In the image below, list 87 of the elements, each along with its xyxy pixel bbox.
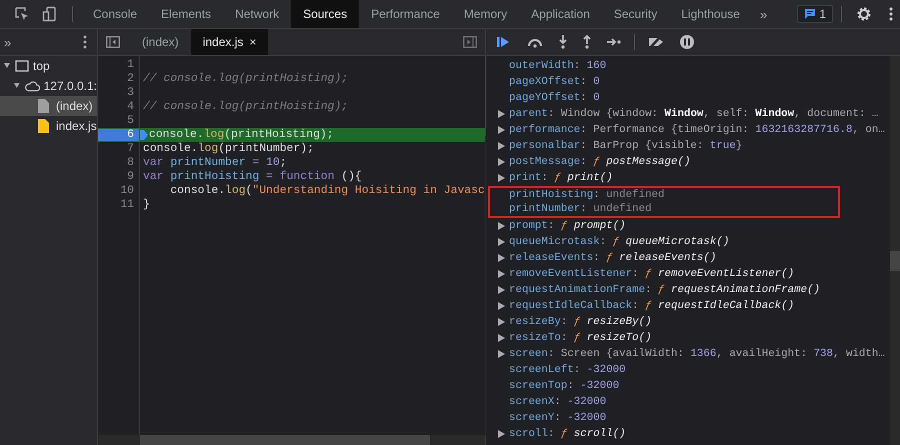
scope-property: prompt: ƒ prompt() [509, 220, 626, 232]
code-line: console.log("Understanding Hoisiting in Javasc [169, 185, 485, 197]
scope-property: removeEventListener: ƒ removeEventListener() [509, 268, 794, 280]
scope-property: screenLeft: -32000 [509, 364, 626, 376]
scope-property: releaseEvents: ƒ releaseEvents() [509, 252, 716, 264]
frame-icon [15, 60, 29, 72]
code-line: var printNumber = 10; [142, 157, 287, 169]
scrollbar-thumb[interactable] [140, 435, 430, 445]
line-number: 9 [126, 171, 135, 183]
line-number: 6 [98, 129, 139, 141]
expand-arrow-icon[interactable] [498, 430, 505, 438]
code-line: } [142, 199, 150, 211]
deactivate-breakpoints-icon[interactable] [647, 35, 665, 49]
scope-property: resizeTo: ƒ resizeTo() [509, 332, 652, 344]
scope-property: personalbar: BarProp {visible: true} [509, 140, 742, 152]
panel-tab[interactable]: Lighthouse [669, 0, 752, 28]
step-out-icon[interactable] [582, 35, 592, 49]
scope-property: scroll: ƒ scroll() [509, 428, 626, 440]
panel-tab[interactable]: Application [519, 0, 602, 28]
tree-item[interactable]: 127.0.0.1: [0, 76, 97, 96]
toggle-navigator-icon[interactable] [106, 36, 120, 48]
file-icon [38, 99, 49, 113]
issues-button[interactable]: 1 [797, 5, 833, 23]
line-number: 5 [126, 115, 135, 127]
panel-tab[interactable]: Sources [291, 0, 360, 28]
scrollbar-thumb[interactable] [484, 56, 485, 136]
file-tab[interactable]: (index) [130, 29, 191, 55]
caret-icon [13, 82, 21, 90]
pause-icon[interactable] [679, 34, 695, 50]
caret-icon [3, 62, 11, 70]
panel-tab[interactable]: Network [223, 0, 292, 28]
line-number: 1 [126, 59, 135, 71]
line-number: 2 [126, 73, 135, 85]
line-number: 3 [126, 87, 135, 99]
scope-property: screenX: -32000 [509, 396, 606, 408]
scope-property: requestAnimationFrame: ƒ requestAnimationFrame() [509, 284, 820, 296]
file-icon [38, 119, 49, 133]
file-item[interactable]: (index) [0, 96, 97, 116]
code-line: var printHoisting = function (){ [142, 171, 362, 183]
scope-property: outerWidth: 160 [509, 60, 606, 72]
device-icon[interactable] [42, 6, 58, 22]
line-number: 11 [119, 199, 135, 211]
more-panes-button[interactable]: » [4, 34, 12, 50]
more-options-icon[interactable] [83, 35, 87, 49]
scope-property: pageXOffset: 0 [509, 76, 600, 88]
code-line: console.log(printNumber); [142, 143, 314, 155]
tree-item[interactable]: top [0, 56, 97, 76]
scope-property: screenY: -32000 [509, 412, 606, 424]
scrollbar-thumb[interactable] [890, 251, 900, 271]
panel-tab[interactable]: Elements [149, 0, 224, 28]
step-over-icon[interactable] [526, 36, 544, 48]
scrollbar[interactable] [890, 56, 900, 445]
file-item[interactable]: index.js [0, 116, 97, 136]
scope-property: print: ƒ print() [509, 172, 613, 184]
scope-property: printHoisting: undefined [509, 189, 665, 201]
line-number: 10 [119, 185, 135, 197]
panel-tab[interactable]: Console [81, 0, 150, 28]
inspect-icon[interactable] [14, 6, 30, 22]
panel-tab[interactable]: Memory [452, 0, 520, 28]
scope-property: queueMicrotask: ƒ queueMicrotask() [509, 236, 730, 248]
step-into-icon[interactable] [558, 35, 568, 49]
toggle-debugger-icon[interactable] [463, 36, 477, 48]
scope-property: screen: Screen {availWidth: 1366, availHeight: 738, width… [509, 348, 885, 360]
more-options-icon[interactable] [888, 6, 894, 22]
line-number: 7 [126, 143, 135, 155]
scope-property: pageYOffset: 0 [509, 92, 600, 104]
code-line: // console.log(printHoisting); [142, 101, 348, 113]
scope-property: requestIdleCallback: ƒ requestIdleCallback() [509, 300, 794, 312]
file-tab[interactable]: index.js × [190, 29, 268, 55]
panel-tab[interactable]: Security [602, 0, 670, 28]
code-line: console.log(printHoisting); [148, 129, 334, 141]
scope-property: printNumber: undefined [509, 203, 652, 215]
scope-property: parent: Window {window: Window, self: Window, document: … [509, 108, 878, 120]
scope-property: performance: Performance {timeOrigin: 1632163287716.8, on… [509, 124, 885, 136]
panel-tab[interactable]: Performance [359, 0, 452, 28]
scope-property: postMessage: ƒ postMessage() [509, 156, 690, 168]
cloud-icon [24, 80, 40, 92]
settings-icon[interactable] [856, 6, 872, 22]
step-icon[interactable] [606, 37, 622, 47]
line-number: 8 [126, 157, 135, 169]
scrollbar[interactable] [98, 435, 485, 445]
code-line: // console.log(printHoisting); [142, 73, 348, 85]
more-tabs-button[interactable]: » [752, 0, 776, 28]
scope-property: resizeBy: ƒ resizeBy() [509, 316, 652, 328]
message-icon [804, 8, 816, 20]
scope-property: screenTop: -32000 [509, 380, 620, 392]
line-number: 4 [126, 101, 135, 113]
